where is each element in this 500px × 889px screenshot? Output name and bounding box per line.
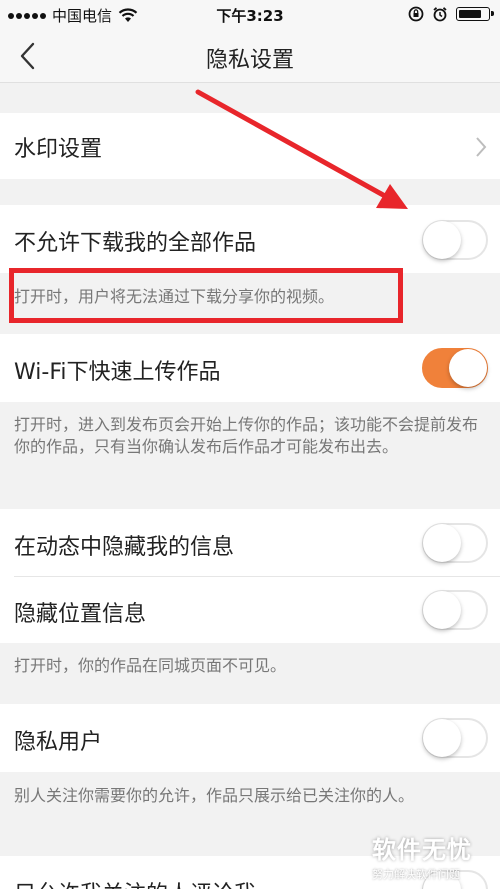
- annotation-highlight-box: [9, 268, 403, 323]
- watermark-subtitle: 努力解决软件问题: [372, 868, 460, 881]
- annotation-arrow: [195, 89, 408, 209]
- watermark-title: 软件无忧: [372, 836, 472, 864]
- site-watermark: 软件无忧 努力解决软件问题: [372, 830, 472, 882]
